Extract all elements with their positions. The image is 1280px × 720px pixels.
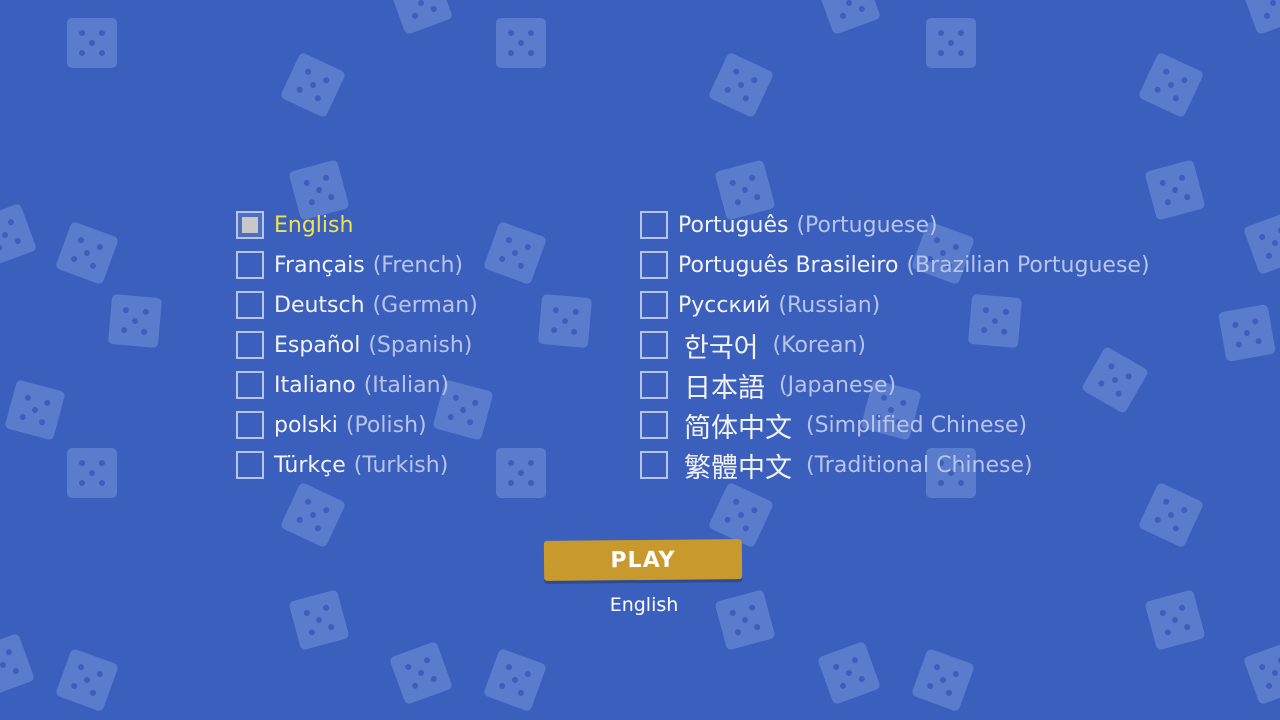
die-icon <box>67 448 117 498</box>
language-option-traditional-chinese[interactable]: 繁體中文 (Traditional Chinese) <box>640 445 1150 485</box>
die-icon <box>388 0 454 36</box>
die-icon <box>482 647 548 713</box>
checkbox[interactable] <box>640 251 668 279</box>
checkbox[interactable] <box>640 411 668 439</box>
language-english-name: (Italian) <box>363 372 450 398</box>
language-option-russian[interactable]: Русский (Russian) <box>640 285 1150 325</box>
language-english-name: (Polish) <box>345 412 427 438</box>
play-section: PLAY English <box>543 539 744 616</box>
die-icon <box>0 632 36 698</box>
language-option-german[interactable]: Deutsch (German) <box>236 285 478 325</box>
language-english-name: (Korean) <box>772 332 867 358</box>
checkbox[interactable] <box>640 211 668 239</box>
language-option-simplified-chinese[interactable]: 简体中文 (Simplified Chinese) <box>640 405 1150 445</box>
die-icon <box>926 18 976 68</box>
checkbox[interactable] <box>236 451 264 479</box>
language-english-name: (Russian) <box>778 292 881 318</box>
die-icon <box>4 379 66 441</box>
language-english-name: (Brazilian Portuguese) <box>906 252 1150 278</box>
language-option-brazilian-portuguese[interactable]: Português Brasileiro (Brazilian Portugue… <box>640 245 1150 285</box>
language-english-name: (French) <box>372 252 463 278</box>
checkbox[interactable] <box>640 331 668 359</box>
current-language-label: English <box>609 594 679 616</box>
language-option-italian[interactable]: Italiano (Italian) <box>236 365 478 405</box>
checkbox[interactable] <box>236 251 264 279</box>
die-icon <box>537 293 593 349</box>
die-icon <box>1242 210 1280 276</box>
die-icon <box>279 51 347 119</box>
die-icon <box>496 448 546 498</box>
play-button[interactable]: PLAY <box>543 539 743 581</box>
die-icon <box>1240 0 1280 36</box>
die-icon <box>288 589 350 651</box>
language-option-japanese[interactable]: 日本語 (Japanese) <box>640 365 1150 405</box>
checkbox[interactable] <box>640 291 668 319</box>
die-icon <box>54 220 120 286</box>
language-native-name: Türkçe <box>274 452 346 478</box>
checkbox-checked[interactable] <box>236 211 264 239</box>
die-icon <box>910 647 976 713</box>
language-native-name: Deutsch <box>274 292 365 318</box>
language-english-name: (Turkish) <box>353 452 449 478</box>
die-icon <box>482 220 548 286</box>
die-icon <box>107 293 163 349</box>
die-icon <box>279 481 347 549</box>
language-english-name: (Japanese) <box>779 372 897 398</box>
die-icon <box>816 0 882 36</box>
die-icon <box>1137 481 1205 549</box>
die-icon <box>1144 589 1206 651</box>
language-native-name: 简体中文 <box>684 412 792 444</box>
checkbox[interactable] <box>236 411 264 439</box>
language-option-spanish[interactable]: Español (Spanish) <box>236 325 478 365</box>
language-list-right: Português (Portuguese) Português Brasile… <box>640 205 1150 485</box>
language-native-name: Français <box>274 252 365 278</box>
language-option-korean[interactable]: 한국어 (Korean) <box>640 325 1150 365</box>
language-native-name: polski <box>274 412 338 438</box>
language-option-french[interactable]: Français (French) <box>236 245 478 285</box>
language-english-name: (Portuguese) <box>796 212 938 238</box>
die-icon <box>816 640 882 706</box>
die-icon <box>1137 51 1205 119</box>
checkbox[interactable] <box>640 451 668 479</box>
language-native-name: 日本語 <box>684 372 765 404</box>
die-icon <box>1218 304 1276 362</box>
language-english-name: (Simplified Chinese) <box>806 412 1028 438</box>
language-option-polish[interactable]: polski (Polish) <box>236 405 478 445</box>
language-option-portuguese[interactable]: Português (Portuguese) <box>640 205 1150 245</box>
language-english-name: (Spanish) <box>368 332 473 358</box>
die-icon <box>54 647 120 713</box>
language-list-left: English Français (French) Deutsch (Germa… <box>236 205 478 485</box>
die-icon <box>0 202 38 268</box>
language-option-turkish[interactable]: Türkçe (Turkish) <box>236 445 478 485</box>
language-english-name: (German) <box>372 292 478 318</box>
language-native-name: English <box>274 212 354 238</box>
die-icon <box>388 640 454 706</box>
language-native-name: Italiano <box>274 372 356 398</box>
language-native-name: Русский <box>678 292 771 318</box>
checkbox[interactable] <box>640 371 668 399</box>
language-native-name: 繁體中文 <box>684 452 792 484</box>
die-icon <box>707 481 775 549</box>
checkbox[interactable] <box>236 331 264 359</box>
language-option-english[interactable]: English <box>236 205 478 245</box>
checkbox[interactable] <box>236 291 264 319</box>
die-icon <box>1144 159 1206 221</box>
die-icon <box>496 18 546 68</box>
checkbox[interactable] <box>236 371 264 399</box>
language-native-name: 한국어 <box>684 332 759 364</box>
die-icon <box>1242 640 1280 706</box>
die-icon <box>707 51 775 119</box>
die-icon <box>67 18 117 68</box>
language-native-name: Português <box>678 212 789 238</box>
language-native-name: Español <box>274 332 361 358</box>
language-native-name: Português Brasileiro <box>678 252 899 278</box>
language-english-name: (Traditional Chinese) <box>806 452 1033 478</box>
